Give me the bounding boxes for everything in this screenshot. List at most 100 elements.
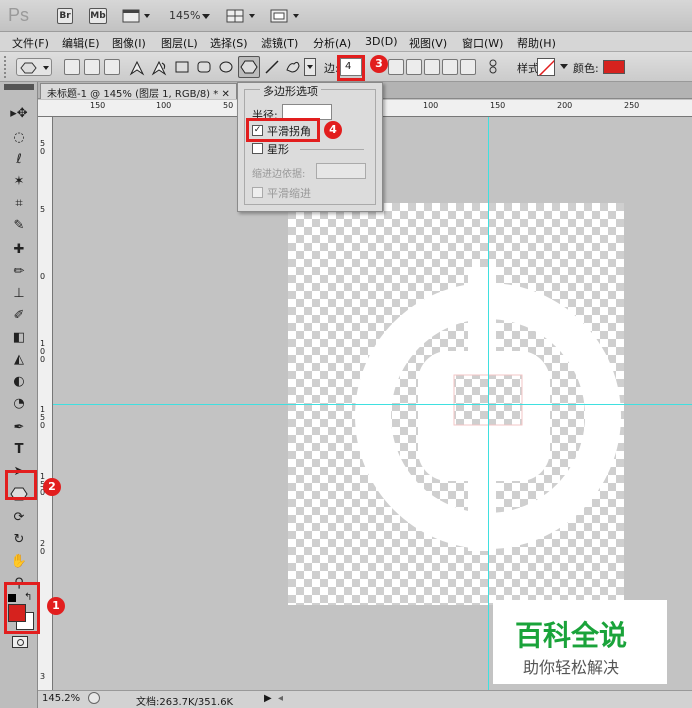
status-zoom[interactable]: 145.2% bbox=[42, 693, 80, 704]
options-grip[interactable] bbox=[4, 56, 8, 78]
indent-label: 缩进边依据: bbox=[252, 169, 306, 180]
link-icon[interactable] bbox=[488, 59, 498, 75]
polygon-tool-active[interactable] bbox=[238, 56, 260, 78]
hand-tool-icon[interactable]: ✋ bbox=[8, 552, 30, 572]
chevron-down-icon bbox=[307, 65, 313, 69]
chevron-down-icon[interactable] bbox=[202, 14, 210, 20]
geometry-options-button[interactable] bbox=[304, 58, 316, 76]
intersect-shape-button[interactable] bbox=[442, 59, 458, 75]
style-picker[interactable] bbox=[537, 58, 555, 76]
freeform-pen-icon[interactable] bbox=[150, 59, 168, 77]
ruler-label: 100 bbox=[156, 101, 172, 110]
rectangle-tool-icon[interactable] bbox=[174, 59, 190, 75]
ruler-label: 5 bbox=[40, 205, 46, 214]
lasso-tool-icon[interactable]: ℓ bbox=[8, 150, 30, 170]
foreground-color[interactable] bbox=[8, 604, 26, 622]
custom-shape-icon[interactable] bbox=[284, 58, 302, 76]
menu-edit[interactable]: 编辑(E) bbox=[62, 35, 100, 51]
ruler-label: 0 bbox=[40, 547, 46, 556]
color-swatch[interactable] bbox=[603, 60, 625, 74]
3d-orbit-icon[interactable]: ↻ bbox=[8, 530, 30, 550]
arrange-icon bbox=[226, 9, 255, 23]
fill-pixels-button[interactable] bbox=[104, 59, 120, 75]
menu-select[interactable]: 选择(S) bbox=[210, 35, 248, 51]
ellipse-tool-icon[interactable] bbox=[218, 59, 234, 75]
toolbox-header[interactable] bbox=[4, 84, 34, 90]
menu-image[interactable]: 图像(I) bbox=[112, 35, 146, 51]
bridge-button[interactable]: Br bbox=[57, 8, 73, 24]
step-badge-1: 1 bbox=[47, 597, 65, 615]
marquee-tool-icon[interactable]: ◌ bbox=[8, 128, 30, 148]
watermark-subtitle: 助你轻松解决 bbox=[523, 658, 620, 677]
star-checkbox[interactable] bbox=[252, 143, 263, 154]
menu-3d[interactable]: 3D(D) bbox=[365, 35, 398, 48]
menu-analysis[interactable]: 分析(A) bbox=[313, 35, 351, 51]
rounded-rectangle-tool-icon[interactable] bbox=[196, 59, 212, 75]
type-tool-icon[interactable]: T bbox=[8, 440, 30, 460]
history-brush-icon[interactable]: ✐ bbox=[8, 306, 30, 326]
scroll-left-icon[interactable]: ◂ bbox=[278, 693, 283, 704]
healing-brush-icon[interactable]: ✚ bbox=[8, 240, 30, 260]
menu-help[interactable]: 帮助(H) bbox=[517, 35, 556, 51]
screen-mode-icon bbox=[270, 9, 299, 23]
ruler-label: 0 bbox=[40, 147, 46, 156]
pen-tool-icon[interactable]: ✒ bbox=[8, 418, 30, 438]
ruler-label: 0 bbox=[40, 421, 46, 430]
ruler-label: 250 bbox=[624, 101, 640, 110]
menu-window[interactable]: 窗口(W) bbox=[462, 35, 503, 51]
polygon-tool-icon bbox=[240, 60, 258, 74]
eraser-tool-icon[interactable]: ◧ bbox=[8, 328, 30, 348]
menu-filter[interactable]: 滤镜(T) bbox=[261, 35, 298, 51]
highlight-smooth-corners bbox=[246, 118, 320, 142]
quick-mask-icon[interactable] bbox=[12, 636, 28, 648]
menu-view[interactable]: 视图(V) bbox=[409, 35, 447, 51]
no-style-icon bbox=[538, 59, 554, 75]
exclude-shape-button[interactable] bbox=[460, 59, 476, 75]
horizontal-guide[interactable] bbox=[53, 404, 692, 405]
line-tool-icon[interactable] bbox=[264, 59, 280, 75]
new-shape-layer-button[interactable] bbox=[388, 59, 404, 75]
blur-tool-icon[interactable]: ◐ bbox=[8, 372, 30, 392]
paint-bucket-icon[interactable]: ◭ bbox=[8, 350, 30, 370]
view-extras-menu[interactable] bbox=[122, 8, 152, 24]
ruler-label: 150 bbox=[490, 101, 506, 110]
polygon-options-popup: 多边形选项 半径: ✓ 平滑拐角 星形 缩进边依据: 平滑缩进 bbox=[237, 82, 383, 212]
arrange-documents-menu[interactable] bbox=[226, 8, 258, 24]
pen-tool-icon[interactable] bbox=[128, 59, 146, 77]
crop-tool-icon[interactable]: ⌗ bbox=[8, 194, 30, 214]
move-tool-icon[interactable]: ▸✥ bbox=[8, 104, 30, 124]
dodge-tool-icon[interactable]: ◔ bbox=[8, 394, 30, 414]
ruler-label: 0 bbox=[40, 272, 46, 281]
menu-layer[interactable]: 图层(L) bbox=[161, 35, 198, 51]
document-tab[interactable]: 未标题-1 @ 145% (图层 1, RGB/8) * ✕ bbox=[40, 83, 237, 100]
tool-preset-picker[interactable] bbox=[16, 58, 52, 76]
ruler-label: 150 bbox=[90, 101, 106, 110]
ruler-label: 200 bbox=[557, 101, 573, 110]
brush-tool-icon[interactable]: ✏ bbox=[8, 262, 30, 282]
menu-bar: 文件(F) 编辑(E) 图像(I) 图层(L) 选择(S) 滤镜(T) 分析(A… bbox=[0, 32, 692, 52]
close-icon[interactable]: ✕ bbox=[221, 89, 229, 100]
smooth-indents-checkbox[interactable] bbox=[252, 187, 263, 198]
eyedropper-icon[interactable]: ✎ bbox=[8, 216, 30, 236]
chevron-down-icon[interactable] bbox=[560, 64, 568, 70]
paths-button[interactable] bbox=[84, 59, 100, 75]
ruler-label: 0 bbox=[40, 355, 46, 364]
add-to-shape-button[interactable] bbox=[406, 59, 422, 75]
shape-layers-button[interactable] bbox=[64, 59, 80, 75]
highlight-polygon-tool bbox=[5, 470, 37, 500]
subtract-shape-button[interactable] bbox=[424, 59, 440, 75]
quick-selection-icon[interactable]: ✶ bbox=[8, 172, 30, 192]
status-icon[interactable] bbox=[88, 692, 100, 704]
status-bar: 145.2% 文档:263.7K/351.6K ▶ ◂ bbox=[38, 690, 692, 708]
smooth-indents-label: 平滑缩进 bbox=[267, 187, 311, 200]
zoom-level[interactable]: 145% bbox=[169, 9, 200, 22]
menu-file[interactable]: 文件(F) bbox=[12, 35, 49, 51]
3d-rotate-icon[interactable]: ⟳ bbox=[8, 508, 30, 528]
indent-input[interactable] bbox=[316, 163, 366, 179]
divider bbox=[300, 149, 364, 150]
screen-mode-menu[interactable] bbox=[270, 8, 302, 24]
ruler-label: 100 bbox=[423, 101, 439, 110]
status-menu-arrow-icon[interactable]: ▶ bbox=[264, 693, 272, 704]
mini-bridge-button[interactable]: Mb bbox=[89, 8, 107, 24]
clone-stamp-icon[interactable]: ⊥ bbox=[8, 284, 30, 304]
